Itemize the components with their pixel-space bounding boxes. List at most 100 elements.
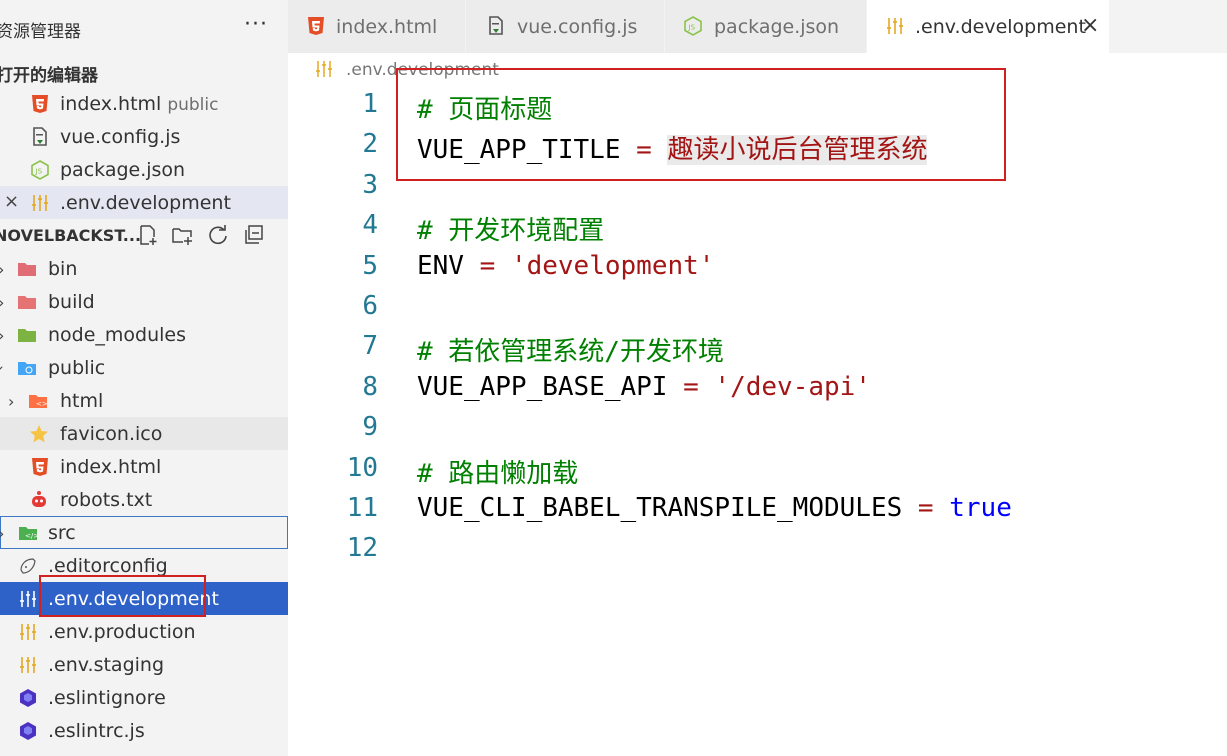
env-settings-icon [20, 591, 36, 607]
robot-icon [32, 491, 46, 507]
explorer-sidebar: 资源管理器 ··· 打开的编辑器 index.html public vue.co… [0, 0, 288, 756]
explorer-title-bar: 资源管理器 ··· [0, 0, 288, 56]
tree-folder[interactable]: › build [0, 285, 288, 318]
open-editor-item[interactable]: vue.config.js [0, 120, 288, 153]
line-code: ENV = 'development' [417, 251, 714, 281]
tree-file[interactable]: robots.txt [0, 483, 288, 516]
tree-file-selected[interactable]: .env.development [0, 582, 288, 615]
env-settings-icon [32, 195, 48, 211]
tree-file[interactable]: favicon.ico [0, 417, 288, 450]
tab-env-development[interactable]: .env.development × [867, 0, 1110, 53]
js-config-icon [33, 127, 47, 146]
svg-text:JS: JS [35, 168, 43, 176]
tree-folder[interactable]: › bin [0, 252, 288, 285]
env-key: ENV [417, 251, 464, 281]
folder-open-icon [18, 362, 36, 375]
env-key: VUE_CLI_BABEL_TRANSPILE_MODULES [417, 493, 903, 523]
code-line[interactable]: 4 # 开发环境配置 [300, 207, 1227, 247]
comment-token: # 页面标题 [417, 95, 553, 125]
code-line[interactable]: 11 VUE_CLI_BABEL_TRANSPILE_MODULES = true [300, 490, 1227, 530]
open-editor-desc: public [167, 95, 219, 115]
more-actions-icon[interactable]: ··· [244, 12, 268, 37]
chevron-right-icon: › [8, 392, 15, 411]
tree-file[interactable]: .eslintignore [0, 681, 288, 714]
close-icon[interactable]: × [4, 191, 19, 212]
env-settings-icon [887, 18, 903, 34]
code-line[interactable]: 2 VUE_APP_TITLE = 趣读小说后台管理系统 [300, 126, 1227, 166]
tree-file[interactable]: index.html [0, 450, 288, 483]
eslint-icon [20, 689, 36, 707]
tab-package-json[interactable]: JS package.json [665, 0, 867, 53]
code-line[interactable]: 5 ENV = 'development' [300, 248, 1227, 288]
svg-text:<>: <> [36, 400, 48, 408]
tree-folder[interactable]: › node_modules [0, 318, 288, 351]
operator-token: = [463, 251, 511, 281]
workspace-folder-header[interactable]: NOVELBACKST... [0, 218, 288, 252]
line-number: 8 [362, 372, 378, 402]
tab-label: package.json [714, 16, 840, 38]
explorer-title: 资源管理器 [0, 22, 81, 42]
new-folder-icon[interactable] [171, 224, 193, 246]
folder-icon [18, 329, 36, 342]
code-line[interactable]: 10 # 路由懒加载 [300, 450, 1227, 490]
line-number: 4 [362, 210, 378, 240]
code-line[interactable]: 1 # 页面标题 [300, 86, 1227, 126]
tree-item-label: bin [48, 258, 78, 280]
breadcrumb-file: .env.development [346, 60, 499, 80]
tree-item-label: robots.txt [60, 489, 153, 511]
env-value: true [949, 493, 1012, 523]
tree-item-label: .env.staging [48, 654, 165, 676]
open-editors-header[interactable]: 打开的编辑器 [0, 61, 98, 86]
env-value: 趣读小说后台管理系统 [667, 135, 928, 165]
tree-item-label: .eslintignore [48, 687, 166, 709]
line-number: 3 [362, 170, 378, 200]
line-number: 10 [346, 453, 378, 483]
tab-index-html[interactable]: index.html [288, 0, 466, 53]
env-settings-icon [20, 624, 36, 640]
line-number: 12 [346, 533, 378, 563]
collapse-all-icon[interactable] [243, 224, 265, 246]
open-editor-item[interactable]: index.html public [0, 87, 288, 120]
env-settings-icon [20, 657, 36, 673]
tree-folder[interactable]: › <> html [0, 384, 288, 417]
refresh-icon[interactable] [207, 224, 229, 246]
tree-file[interactable]: .env.staging [0, 648, 288, 681]
tree-file[interactable]: .eslintrc.js [0, 714, 288, 747]
code-line[interactable]: 6 [300, 288, 1227, 328]
tree-item-label: favicon.ico [60, 423, 163, 445]
tab-vue-config[interactable]: vue.config.js [466, 0, 665, 53]
editor-tab-bar: index.html vue.config.js JS package.json… [288, 0, 1227, 53]
chevron-right-icon: › [0, 524, 4, 543]
code-line[interactable]: 3 [300, 167, 1227, 207]
line-code: # 路由懒加载 [417, 453, 578, 490]
tree-item-label: html [60, 390, 104, 412]
tree-folder[interactable]: › </> src [0, 516, 288, 549]
env-key: VUE_APP_TITLE [417, 135, 621, 165]
comment-token: # 若依管理系统/开发环境 [417, 337, 724, 367]
code-line[interactable]: 8 VUE_APP_BASE_API = '/dev-api' [300, 369, 1227, 409]
svg-text:JS: JS [688, 24, 696, 32]
open-editor-item-active[interactable]: × .env.development [0, 186, 288, 219]
code-line[interactable]: 7 # 若依管理系统/开发环境 [300, 328, 1227, 368]
star-icon [30, 425, 48, 443]
line-number: 9 [362, 412, 378, 442]
line-code: VUE_CLI_BABEL_TRANSPILE_MODULES = true [417, 493, 1012, 523]
operator-token: = [902, 493, 950, 523]
comment-token: # 路由懒加载 [417, 459, 579, 489]
line-code: VUE_APP_TITLE = 趣读小说后台管理系统 [417, 129, 928, 166]
line-number: 2 [362, 129, 378, 159]
new-file-icon[interactable] [137, 224, 159, 246]
tree-item-label: .env.development [48, 588, 219, 610]
tree-file[interactable]: .editorconfig [0, 549, 288, 582]
code-line[interactable]: 9 [300, 409, 1227, 449]
chevron-right-icon: › [0, 293, 4, 312]
tree-file[interactable]: .env.production [0, 615, 288, 648]
chevron-right-icon: › [0, 260, 4, 279]
code-line[interactable]: 12 [300, 530, 1227, 570]
eslint-icon [20, 722, 36, 740]
tree-folder[interactable]: › public [0, 351, 288, 384]
open-editor-item[interactable]: JS package.json [0, 153, 288, 186]
tree-item-label: .env.production [48, 621, 196, 643]
close-tab-icon[interactable]: × [1081, 13, 1099, 38]
tree-item-label: .eslintrc.js [48, 720, 145, 742]
